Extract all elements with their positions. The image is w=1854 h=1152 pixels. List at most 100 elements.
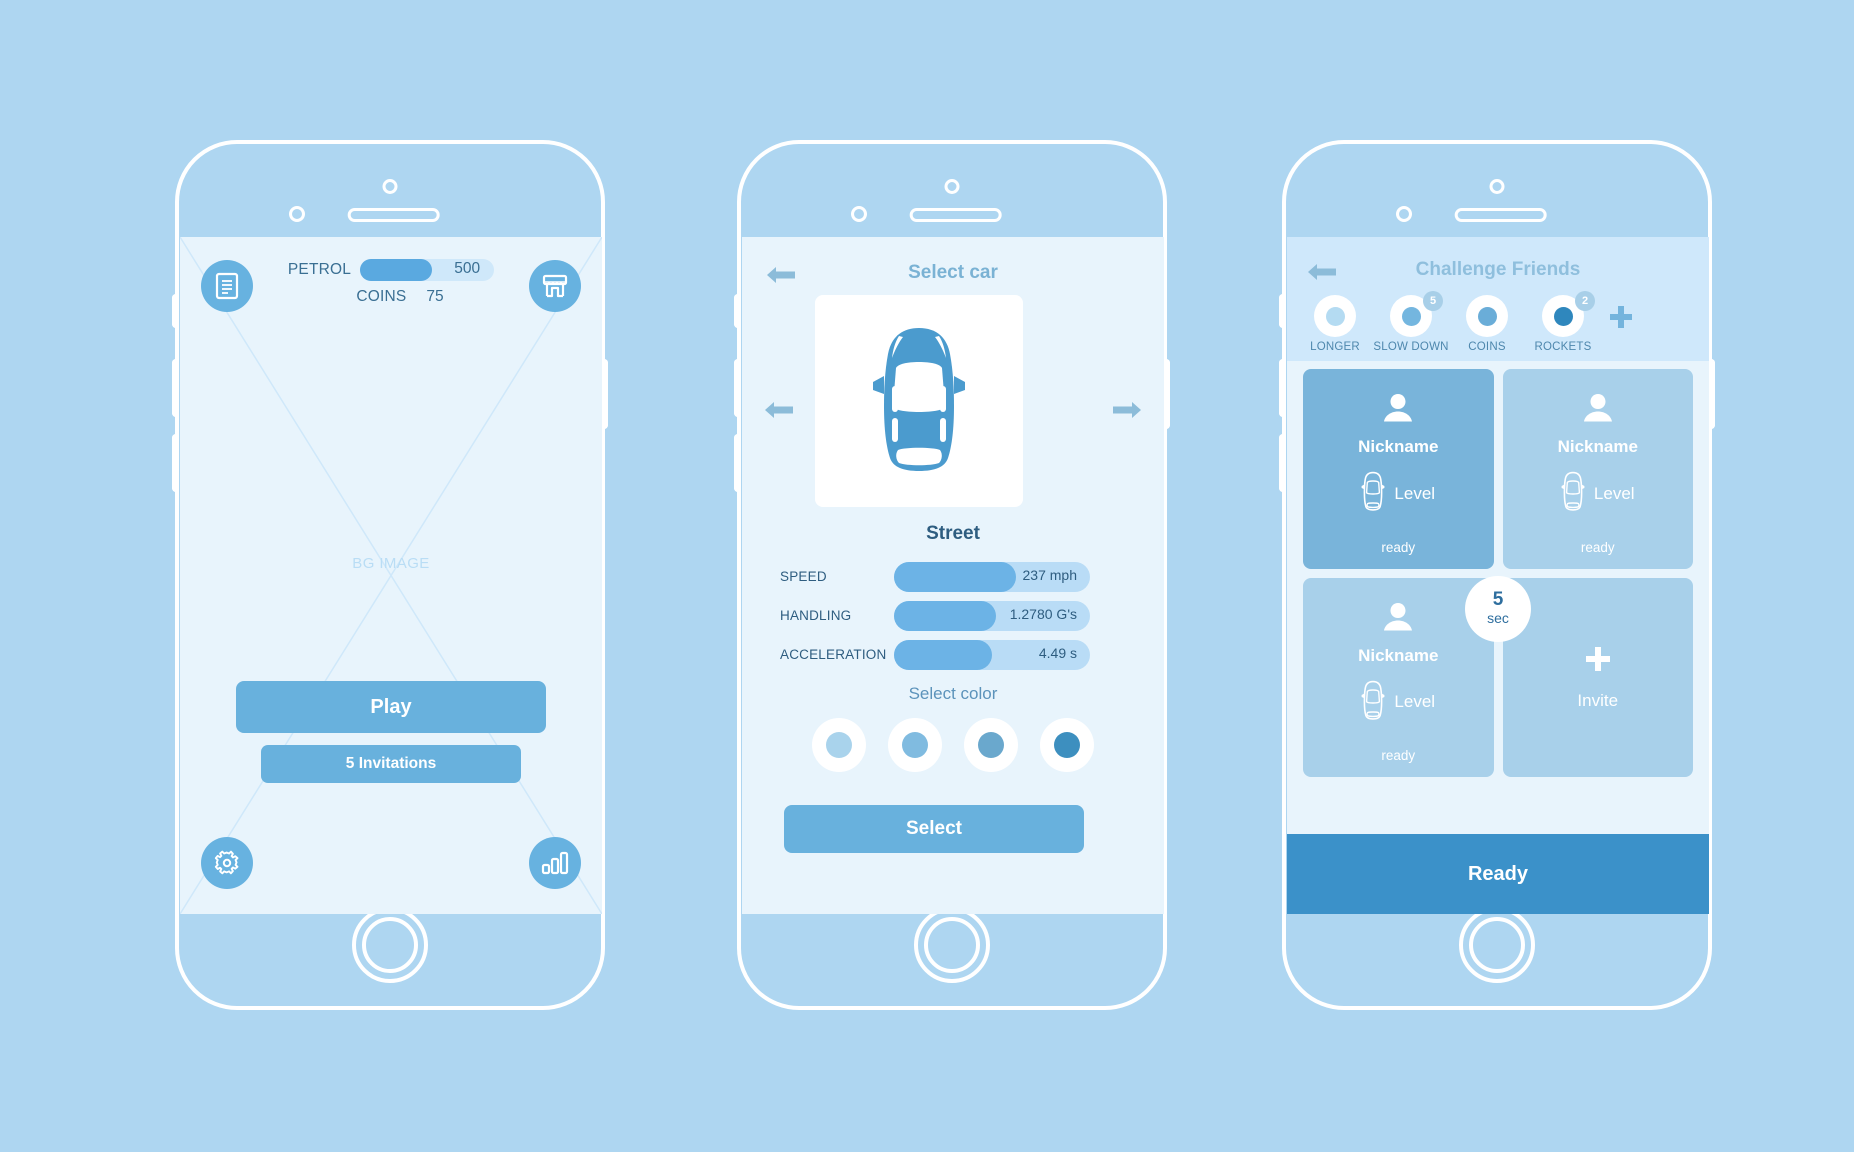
proximity-sensor-icon <box>1396 206 1412 222</box>
friend-status: ready <box>1381 748 1416 763</box>
color-swatch[interactable] <box>812 718 866 772</box>
volume-down-button[interactable] <box>172 434 179 492</box>
document-icon <box>215 272 239 300</box>
mute-switch[interactable] <box>172 294 179 328</box>
proximity-sensor-icon <box>851 206 867 222</box>
power-button[interactable] <box>1163 359 1170 429</box>
page-title: Select car <box>908 262 998 283</box>
settings-button[interactable] <box>201 837 253 889</box>
ready-button[interactable]: Ready <box>1287 834 1709 914</box>
mute-switch[interactable] <box>1279 294 1286 328</box>
powerup-coins[interactable]: COINS <box>1449 295 1525 355</box>
select-button[interactable]: Select <box>784 805 1084 853</box>
volume-up-button[interactable] <box>734 359 741 417</box>
home-button-ring <box>362 917 418 973</box>
color-swatch[interactable] <box>964 718 1018 772</box>
avatar-icon <box>1381 600 1415 639</box>
proximity-sensor-icon <box>289 206 305 222</box>
friend-level-row: Level <box>1361 680 1435 725</box>
previous-car-button[interactable] <box>762 399 796 426</box>
stat-bar: 4.49 s <box>894 639 1090 670</box>
powerup-dot <box>1325 306 1345 326</box>
friend-level: Level <box>1394 692 1436 711</box>
car-outline-icon <box>1361 471 1385 516</box>
petrol-bar: 500 <box>360 259 495 281</box>
color-swatch[interactable] <box>888 718 942 772</box>
volume-up-button[interactable] <box>172 359 179 417</box>
powerup-count-badge: 2 <box>1575 291 1595 311</box>
powerup-dot <box>1553 306 1573 326</box>
friend-nickname: Nickname <box>1358 645 1439 665</box>
plus-icon <box>1583 644 1613 679</box>
stats-button[interactable] <box>529 837 581 889</box>
stat-label: SPEED <box>780 569 827 584</box>
avatar-icon <box>1381 391 1415 430</box>
phone-mockup-home: BG IMAGE PETROL 500 COINS 75 Play 5 Invi… <box>172 140 608 1010</box>
bg-image-placeholder <box>180 237 602 914</box>
home-button[interactable] <box>1459 907 1535 983</box>
powerup-label: ROCKETS <box>1534 341 1592 353</box>
earpiece-speaker <box>347 208 440 222</box>
powerup-count-badge: 5 <box>1423 291 1443 311</box>
invite-card[interactable]: Invite <box>1502 577 1693 777</box>
friend-level: Level <box>1593 483 1635 503</box>
friend-level-row: Level <box>1361 471 1435 516</box>
coins-label: COINS <box>356 288 407 305</box>
color-swatch[interactable] <box>1040 718 1094 772</box>
stat-value: 237 mph <box>1022 566 1077 583</box>
friend-nickname: Nickname <box>1358 437 1439 456</box>
friend-status: ready <box>1381 539 1416 555</box>
friend-card[interactable]: Nickname Level ready <box>1502 369 1693 569</box>
home-button-ring <box>1469 917 1525 973</box>
mockup-canvas: BG IMAGE PETROL 500 COINS 75 Play 5 Invi… <box>0 0 1854 1152</box>
powerup-longer[interactable]: LONGER <box>1297 295 1373 355</box>
plus-icon <box>1607 306 1635 335</box>
car-preview-card <box>815 295 1023 507</box>
volume-down-button[interactable] <box>1279 434 1286 492</box>
invitations-button[interactable]: 5 Invitations <box>261 745 521 783</box>
power-button[interactable] <box>601 359 608 429</box>
friend-status: ready <box>1580 539 1615 555</box>
front-camera-icon <box>1489 179 1505 194</box>
home-button[interactable] <box>914 907 990 983</box>
stat-bar-fill <box>894 639 992 670</box>
powerup-slow-down[interactable]: 5 SLOW DOWN <box>1373 291 1449 355</box>
stat-row: HANDLING 1.2780 G's <box>780 600 1090 631</box>
friend-nickname: Nickname <box>1557 437 1638 456</box>
volume-down-button[interactable] <box>734 434 741 492</box>
stat-bar: 1.2780 G's <box>894 600 1090 631</box>
powerup-label: COINS <box>1468 341 1506 353</box>
shop-icon <box>541 272 569 300</box>
home-button[interactable] <box>352 907 428 983</box>
shop-button[interactable] <box>529 260 581 312</box>
petrol-row: PETROL 500 <box>264 259 518 281</box>
power-button[interactable] <box>1708 359 1715 429</box>
mute-switch[interactable] <box>734 294 741 328</box>
challenge-header: Challenge Friends LONGER 5 SLOW DOWN COI… <box>1287 237 1709 361</box>
front-camera-icon <box>382 179 398 194</box>
stat-row: ACCELERATION 4.49 s <box>780 639 1090 670</box>
friend-card[interactable]: Nickname Level ready <box>1303 369 1494 569</box>
volume-up-button[interactable] <box>1279 359 1286 417</box>
countdown-timer: 5 sec <box>1465 576 1531 642</box>
screen-select-car: Select car Street SPEED 237 mph HANDLING… <box>742 237 1164 914</box>
powerup-icon <box>1466 295 1508 337</box>
coins-value: 75 <box>426 288 444 305</box>
avatar-icon <box>1581 391 1615 430</box>
powerup-rockets[interactable]: 2 ROCKETS <box>1525 291 1601 355</box>
friends-grid: Nickname Level ready Nickname Level read… <box>1303 369 1693 777</box>
car-name: Street <box>926 523 980 544</box>
stat-bar-fill <box>894 600 996 631</box>
car-outline-icon <box>1561 471 1585 516</box>
document-button[interactable] <box>201 260 253 312</box>
powerup-dot <box>1401 306 1421 326</box>
play-button[interactable]: Play <box>236 681 546 733</box>
bar-chart-icon <box>541 851 569 875</box>
car-outline-icon <box>1361 680 1385 725</box>
add-powerup-button[interactable] <box>1607 303 1635 336</box>
next-car-button[interactable] <box>1110 399 1144 426</box>
screen-home: BG IMAGE PETROL 500 COINS 75 Play 5 Invi… <box>180 237 602 914</box>
stat-label: ACCELERATION <box>780 647 887 662</box>
front-camera-icon <box>944 179 960 194</box>
gear-icon <box>213 849 241 877</box>
